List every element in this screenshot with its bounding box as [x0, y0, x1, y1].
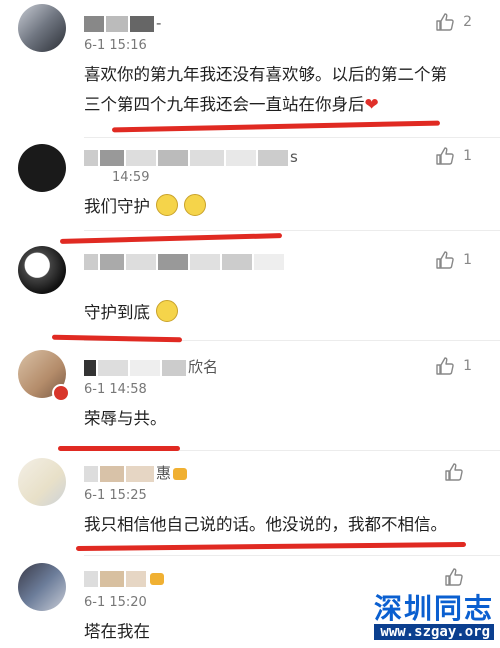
- like-button[interactable]: [444, 462, 472, 482]
- like-button[interactable]: [444, 567, 472, 587]
- crown-badge-icon: [150, 572, 164, 585]
- thumbs-up-icon: [445, 463, 463, 481]
- comment-time: 6-1 15:16: [84, 38, 147, 53]
- crown-badge-icon: [173, 467, 188, 480]
- username[interactable]: -: [84, 14, 161, 32]
- comment-text: 塔在我在: [84, 622, 150, 641]
- thumbs-up-icon: [436, 251, 454, 269]
- watermark: 深圳同志 www.szgay.org: [373, 592, 494, 640]
- like-button[interactable]: 1: [435, 250, 472, 270]
- verified-badge-icon: [52, 384, 70, 402]
- like-button[interactable]: 1: [435, 356, 472, 376]
- comment-text: 喜欢你的第九年我还没有喜欢够。以后的第二个第 三个第四个九年我还会一直站在你身后…: [84, 65, 447, 115]
- emoji-icon: [184, 194, 206, 216]
- like-button[interactable]: 1: [435, 146, 472, 166]
- thumbs-up-icon: [445, 568, 463, 586]
- emoji-icon: [156, 300, 178, 322]
- comment-text: 荣辱与共。: [84, 409, 167, 428]
- avatar[interactable]: [18, 144, 66, 192]
- like-count: 1: [463, 252, 472, 268]
- avatar[interactable]: [18, 458, 66, 506]
- username[interactable]: [84, 569, 164, 587]
- comment-text: 我只相信他自己说的话。他没说的，我都不相信。: [84, 515, 447, 534]
- avatar[interactable]: [18, 4, 66, 52]
- like-count: 1: [463, 358, 472, 374]
- avatar[interactable]: [18, 563, 66, 611]
- thumbs-up-icon: [436, 357, 454, 375]
- comment-time: 6-1 15:20: [84, 595, 147, 610]
- comment-item: 惠 6-1 15:25 我只相信他自己说的话。他没说的，我都不相信。: [0, 450, 500, 556]
- thumbs-up-icon: [436, 13, 454, 31]
- comment-time: 6-1 14:58: [84, 382, 147, 397]
- like-count: 1: [463, 148, 472, 164]
- watermark-url: www.szgay.org: [373, 624, 494, 640]
- avatar[interactable]: [18, 246, 66, 294]
- comment-item: - 6-1 15:16 2 喜欢你的第九年我还没有喜欢够。以后的第二个第 三个第…: [0, 0, 500, 138]
- comment-item: s 14:59 1 我们守护: [0, 138, 500, 231]
- comment-time: 6-1 15:25: [84, 488, 147, 503]
- thumbs-up-icon: [436, 147, 454, 165]
- like-button[interactable]: 2: [435, 12, 472, 32]
- heart-emoji-icon: ❤: [364, 95, 379, 115]
- comment-item: 欣名 6-1 14:58 1 荣辱与共。: [0, 340, 500, 451]
- username[interactable]: 惠: [84, 464, 188, 482]
- comment-text: 守护到底: [84, 298, 178, 328]
- username[interactable]: [84, 252, 286, 270]
- watermark-title: 深圳同志: [373, 592, 494, 625]
- comment-text: 我们守护: [84, 192, 206, 222]
- comment-time: 14:59: [112, 170, 150, 185]
- username[interactable]: s: [84, 148, 298, 166]
- username[interactable]: 欣名: [84, 358, 218, 376]
- emoji-icon: [156, 194, 178, 216]
- like-count: 2: [463, 14, 472, 30]
- comment-item: 1 守护到底: [0, 230, 500, 341]
